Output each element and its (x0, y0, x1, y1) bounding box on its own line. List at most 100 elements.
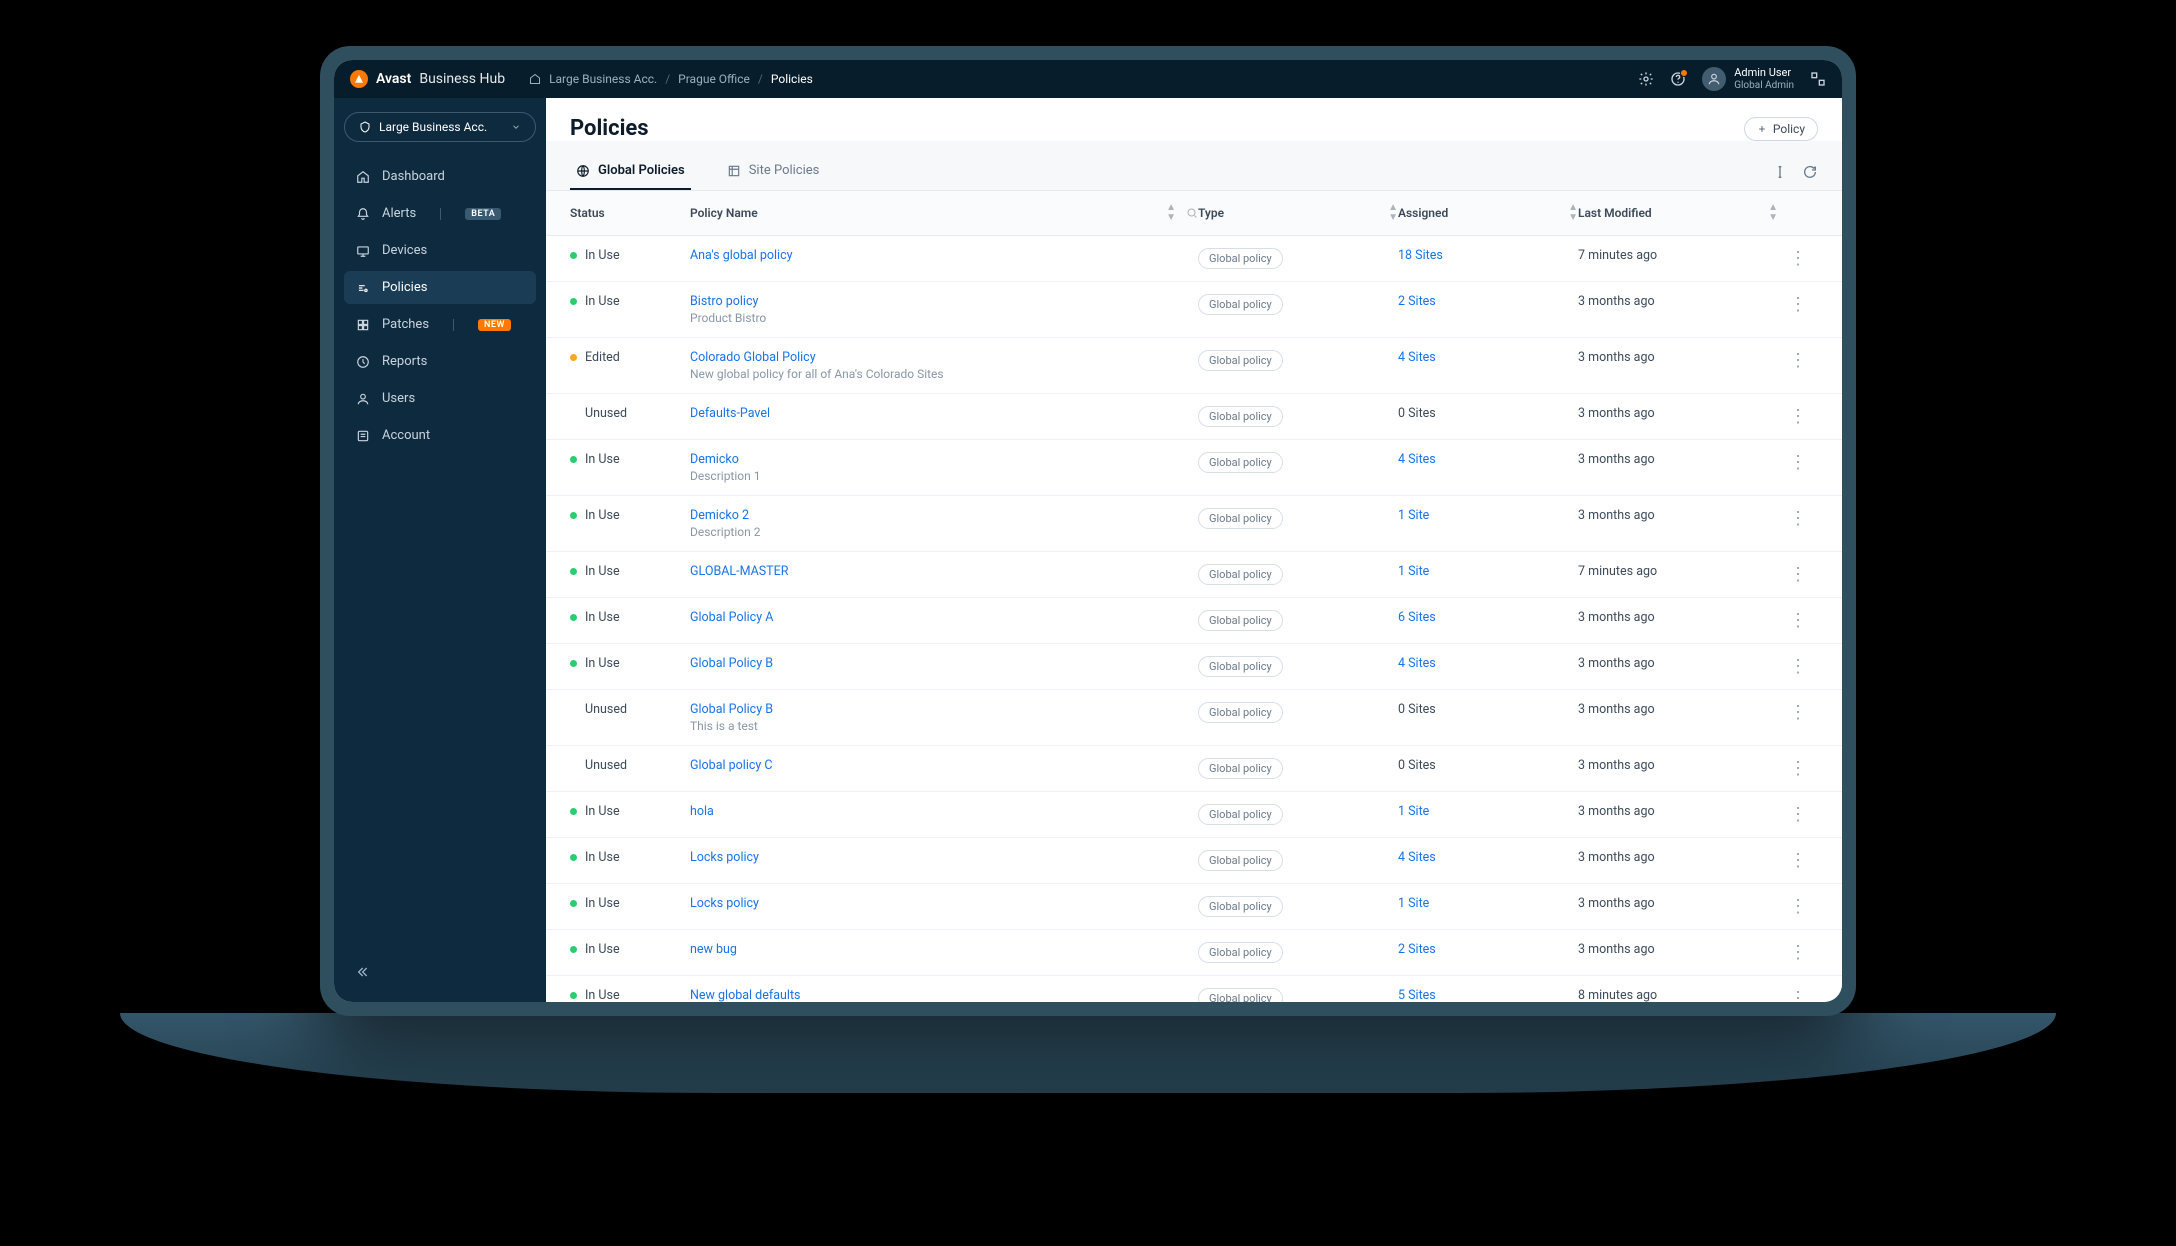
table-row[interactable]: In UseLocks policyGlobal policy1 Site3 m… (546, 884, 1842, 930)
table-row[interactable]: UnusedGlobal policy CGlobal policy0 Site… (546, 746, 1842, 792)
row-more-button[interactable]: ⋮ (1778, 988, 1818, 1002)
status-cell: Edited (570, 350, 690, 365)
row-more-button[interactable]: ⋮ (1778, 248, 1818, 269)
user-menu[interactable]: Admin User Global Admin (1702, 67, 1794, 91)
search-icon[interactable] (1186, 207, 1198, 219)
row-more-button[interactable]: ⋮ (1778, 452, 1818, 473)
table-row[interactable]: EditedColorado Global PolicyNew global p… (546, 338, 1842, 394)
policy-name-link[interactable]: GLOBAL-MASTER (690, 564, 788, 579)
row-more-button[interactable]: ⋮ (1778, 294, 1818, 315)
breadcrumb-item[interactable]: Prague Office (678, 72, 750, 86)
policy-name-link[interactable]: New global defaults (690, 988, 800, 1002)
row-more-button[interactable]: ⋮ (1778, 564, 1818, 585)
assigned-link[interactable]: 1 Site (1398, 508, 1429, 523)
assigned-link[interactable]: 4 Sites (1398, 452, 1436, 467)
policy-name-link[interactable]: Demicko 2 (690, 508, 749, 523)
table-row[interactable]: In UseGLOBAL-MASTERGlobal policy1 Site7 … (546, 552, 1842, 598)
assigned-link[interactable]: 2 Sites (1398, 294, 1436, 309)
sort-icon[interactable]: ▲▼ (1166, 203, 1176, 223)
row-more-button[interactable]: ⋮ (1778, 610, 1818, 631)
assigned-link[interactable]: 6 Sites (1398, 610, 1436, 625)
table-row[interactable]: In UseGlobal Policy AGlobal policy6 Site… (546, 598, 1842, 644)
policy-name-link[interactable]: Locks policy (690, 850, 759, 865)
assigned-link[interactable]: 2 Sites (1398, 942, 1436, 957)
expand-icon[interactable] (1810, 71, 1826, 87)
sidebar-item-label: Policies (382, 280, 427, 295)
column-type[interactable]: Type▲▼ (1198, 203, 1398, 223)
policy-name-link[interactable]: Global policy C (690, 758, 773, 773)
column-policy-name[interactable]: Policy Name ▲▼ (690, 203, 1198, 223)
row-more-button[interactable]: ⋮ (1778, 896, 1818, 917)
table-row[interactable]: In UseDemicko 2Description 2Global polic… (546, 496, 1842, 552)
policy-name-link[interactable]: Ana's global policy (690, 248, 793, 263)
sidebar-item-users[interactable]: Users (344, 382, 536, 415)
sidebar-item-policies[interactable]: Policies (344, 271, 536, 304)
row-more-button[interactable]: ⋮ (1778, 508, 1818, 529)
policy-name-link[interactable]: Global Policy A (690, 610, 773, 625)
assigned-link[interactable]: 18 Sites (1398, 248, 1443, 263)
sidebar-item-devices[interactable]: Devices (344, 234, 536, 267)
table-row[interactable]: In UseLocks policyGlobal policy4 Sites3 … (546, 838, 1842, 884)
table-row[interactable]: UnusedDefaults-PavelGlobal policy0 Sites… (546, 394, 1842, 440)
assigned-link[interactable]: 1 Site (1398, 804, 1429, 819)
column-status[interactable]: Status (570, 203, 690, 223)
add-policy-button[interactable]: Policy (1744, 117, 1818, 141)
sort-icon[interactable]: ▲▼ (1388, 203, 1398, 223)
sidebar-collapse[interactable] (344, 956, 536, 988)
assigned-link[interactable]: 5 Sites (1398, 988, 1436, 1002)
column-assigned[interactable]: Assigned▲▼ (1398, 203, 1578, 223)
policy-name-link[interactable]: hola (690, 804, 714, 819)
table-row[interactable]: In UseGlobal Policy BGlobal policy4 Site… (546, 644, 1842, 690)
column-last-modified[interactable]: Last Modified▲▼ (1578, 203, 1778, 223)
policy-name-link[interactable]: Locks policy (690, 896, 759, 911)
status-label: In Use (585, 850, 620, 865)
table-row[interactable]: In Usenew bugGlobal policy2 Sites3 month… (546, 930, 1842, 976)
sidebar-item-reports[interactable]: Reports (344, 345, 536, 378)
assigned-link[interactable]: 1 Site (1398, 896, 1429, 911)
breadcrumb-item[interactable]: Policies (771, 72, 813, 86)
table-row[interactable]: In UseholaGlobal policy1 Site3 months ag… (546, 792, 1842, 838)
row-more-button[interactable]: ⋮ (1778, 656, 1818, 677)
policy-name-cell: Colorado Global PolicyNew global policy … (690, 350, 1198, 381)
policy-name-link[interactable]: new bug (690, 942, 737, 957)
table-row[interactable]: In UseDemickoDescription 1Global policy4… (546, 440, 1842, 496)
row-more-button[interactable]: ⋮ (1778, 350, 1818, 371)
help-icon[interactable] (1670, 71, 1686, 87)
refresh-icon[interactable] (1802, 164, 1818, 180)
settings-icon[interactable] (1638, 71, 1654, 87)
brand[interactable]: Avast Business Hub (350, 70, 505, 88)
sidebar-item-alerts[interactable]: AlertsBETA (344, 197, 536, 230)
row-more-button[interactable]: ⋮ (1778, 850, 1818, 871)
sort-icon[interactable]: ▲▼ (1768, 203, 1778, 223)
table-row[interactable]: In UseAna's global policyGlobal policy18… (546, 236, 1842, 282)
row-more-button[interactable]: ⋮ (1778, 758, 1818, 779)
globe-icon (576, 164, 590, 178)
tab-global-policies[interactable]: Global Policies (570, 153, 691, 190)
breadcrumb-item[interactable]: Large Business Acc. (549, 72, 657, 86)
sort-icon[interactable]: ▲▼ (1568, 203, 1578, 223)
assigned-link[interactable]: 4 Sites (1398, 656, 1436, 671)
row-more-button[interactable]: ⋮ (1778, 702, 1818, 723)
policy-name-link[interactable]: Colorado Global Policy (690, 350, 816, 365)
text-cursor-icon[interactable] (1772, 164, 1788, 180)
assigned-link[interactable]: 4 Sites (1398, 850, 1436, 865)
sidebar-item-dashboard[interactable]: Dashboard (344, 160, 536, 193)
row-more-button[interactable]: ⋮ (1778, 942, 1818, 963)
table-row[interactable]: In UseNew global defaultsGlobal policy5 … (546, 976, 1842, 1002)
tab-site-policies[interactable]: Site Policies (721, 153, 826, 190)
home-icon (529, 73, 541, 85)
policy-name-link[interactable]: Global Policy B (690, 656, 773, 671)
row-more-button[interactable]: ⋮ (1778, 406, 1818, 427)
policy-name-link[interactable]: Demicko (690, 452, 739, 467)
policy-name-link[interactable]: Global Policy B (690, 702, 773, 717)
sidebar-item-account[interactable]: Account (344, 419, 536, 452)
sidebar-item-patches[interactable]: PatchesNEW (344, 308, 536, 341)
row-more-button[interactable]: ⋮ (1778, 804, 1818, 825)
table-row[interactable]: UnusedGlobal Policy BThis is a testGloba… (546, 690, 1842, 746)
assigned-link[interactable]: 4 Sites (1398, 350, 1436, 365)
policy-name-link[interactable]: Defaults-Pavel (690, 406, 770, 421)
account-selector[interactable]: Large Business Acc. (344, 112, 536, 142)
policy-name-link[interactable]: Bistro policy (690, 294, 758, 309)
assigned-link[interactable]: 1 Site (1398, 564, 1429, 579)
table-row[interactable]: In UseBistro policyProduct BistroGlobal … (546, 282, 1842, 338)
